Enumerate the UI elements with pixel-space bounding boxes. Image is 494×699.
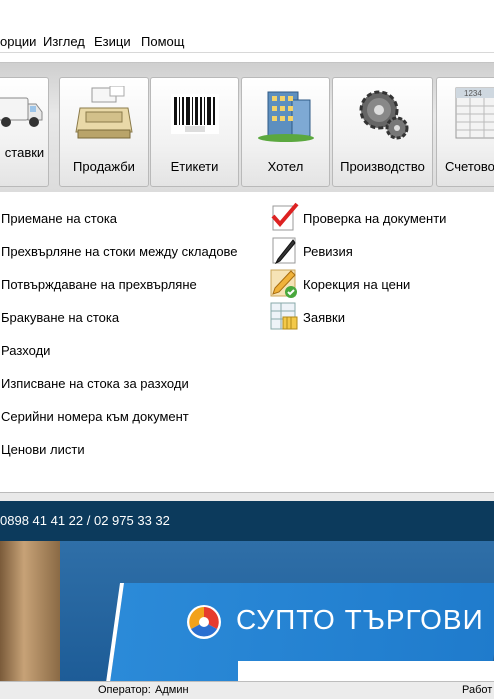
brand-title: СУПТО ТЪРГОВИ: [236, 604, 484, 635]
operator-label: Оператор:: [98, 684, 151, 696]
menu-item-view[interactable]: Изглед: [43, 34, 85, 49]
tile-label: Производство: [340, 159, 425, 174]
warehouse-shelf-image: [0, 541, 60, 681]
gears-icon: [359, 90, 408, 140]
brand-logo: [187, 605, 221, 639]
tile-hotel[interactable]: Хотел: [241, 77, 330, 187]
banner-card: [238, 661, 494, 681]
order-table-icon[interactable]: [269, 301, 299, 331]
link-expenses[interactable]: Разходи: [1, 343, 50, 358]
checkmark-document-icon[interactable]: [269, 202, 299, 232]
status-bar: Оператор: Админ Работ: [0, 681, 494, 699]
promo-banner: 0898 41 41 22 / 02 975 33 32 СУПТО ТЪРГО…: [0, 501, 494, 681]
link-revision[interactable]: Ревизия: [303, 244, 353, 259]
status-right-text: Работ: [462, 684, 493, 696]
tile-production[interactable]: Производство: [332, 77, 433, 187]
pencil-check-icon[interactable]: [269, 268, 299, 298]
menu-item-languages[interactable]: Езици: [94, 34, 131, 49]
tile-label: ставки: [4, 145, 45, 160]
barcode-icon: [170, 94, 219, 134]
hotel-building-icon: [257, 91, 314, 142]
phone-numbers: 0898 41 41 22 / 02 975 33 32: [0, 513, 170, 528]
svg-text:1234: 1234: [464, 89, 482, 98]
operator-name: Админ: [155, 684, 189, 696]
link-receive-goods[interactable]: Приемане на стока: [1, 211, 117, 226]
link-price-lists[interactable]: Ценови листи: [1, 442, 85, 457]
warehouse-actions-panel: Приемане на стока Прехвърляне на стоки м…: [0, 192, 494, 492]
link-serial-numbers[interactable]: Серийни номера към документ: [1, 409, 189, 424]
spreadsheet-icon: 1234: [455, 87, 494, 139]
tile-label: Етикети: [170, 159, 219, 174]
link-writeoff-expenses[interactable]: Изписване на стока за разходи: [1, 376, 189, 391]
link-scrap-goods[interactable]: Бракуване на стока: [1, 310, 119, 325]
cash-register-icon: [75, 86, 133, 139]
menu-item-help[interactable]: Помощ: [141, 34, 184, 49]
link-document-check[interactable]: Проверка на документи: [303, 211, 446, 226]
tile-labels[interactable]: Етикети: [150, 77, 239, 187]
link-transfer-goods[interactable]: Прехвърляне на стоки между складове: [1, 244, 238, 259]
tile-label: Продажби: [73, 159, 135, 174]
link-orders[interactable]: Заявки: [303, 310, 345, 325]
truck-icon: [0, 97, 43, 127]
link-confirm-transfer[interactable]: Потвърждаване на прехвърляне: [1, 277, 197, 292]
tile-sales[interactable]: Продажби: [59, 77, 149, 187]
pen-document-icon[interactable]: [269, 235, 299, 265]
link-price-correction[interactable]: Корекция на цени: [303, 277, 410, 292]
tile-label: Счетовод: [445, 159, 494, 174]
module-ribbon: ставки Продажби Етикети Хотел Производст…: [0, 62, 494, 194]
tile-deliveries[interactable]: ставки: [0, 77, 49, 187]
tile-label: Хотел: [267, 159, 304, 174]
menu-bar: орции Изглед Езици Помощ: [0, 30, 494, 53]
tile-accounting[interactable]: 1234 Счетовод: [436, 77, 494, 187]
window-top-area: [0, 0, 494, 30]
menu-item-reports[interactable]: орции: [0, 34, 36, 49]
